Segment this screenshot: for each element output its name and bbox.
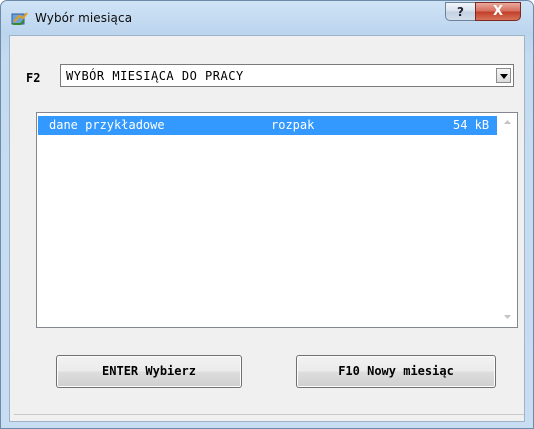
window-title: Wybór miesiąca (35, 11, 133, 25)
title-bar[interactable]: Wybór miesiąca ? X (1, 1, 533, 35)
combobox-value: WYBÓR MIESIĄCA DO PRACY (66, 69, 244, 83)
new-month-button[interactable]: F10 Nowy miesiąc (296, 355, 496, 388)
item-name: dane przykładowe (49, 118, 165, 132)
scroll-up-icon[interactable] (499, 114, 516, 131)
month-selector-combobox[interactable]: WYBÓR MIESIĄCA DO PRACY (60, 64, 514, 87)
bottom-divider (14, 414, 524, 415)
close-button[interactable]: X (475, 2, 521, 21)
help-button[interactable]: ? (445, 2, 476, 21)
select-button[interactable]: ENTER Wybierz (56, 355, 242, 388)
vertical-scrollbar[interactable] (499, 114, 516, 326)
item-status: rozpak (271, 118, 315, 132)
help-icon: ? (457, 4, 464, 19)
app-icon (11, 11, 29, 25)
item-size: 54 kB (453, 118, 490, 132)
list-item[interactable]: dane przykładowe rozpak 54 kB (38, 116, 497, 135)
month-list[interactable]: dane przykładowe rozpak 54 kB (36, 112, 518, 328)
dropdown-arrow-icon[interactable] (496, 68, 511, 83)
scroll-down-icon[interactable] (499, 309, 516, 326)
close-icon: X (492, 4, 504, 19)
f2-hotkey-label: F2 (26, 71, 41, 85)
